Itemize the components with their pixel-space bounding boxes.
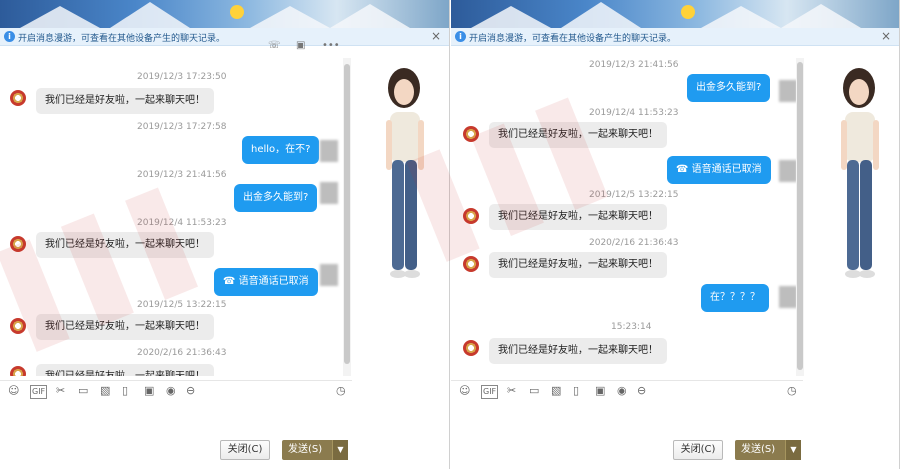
avatar[interactable] bbox=[10, 366, 26, 376]
phone-icon: ☎ bbox=[676, 164, 692, 175]
timestamp: 2020/2/16 21:36:43 bbox=[137, 348, 227, 358]
chevron-down-icon[interactable]: ▼ bbox=[785, 440, 801, 460]
message-bubble: 在？？？？ bbox=[701, 284, 769, 312]
message-bubble: 我们已经是好友啦，一起来聊天吧！ bbox=[489, 204, 667, 230]
folder-icon[interactable]: ▭ bbox=[529, 385, 539, 397]
music-icon[interactable]: ◉ bbox=[166, 385, 176, 397]
close-icon[interactable]: × bbox=[431, 29, 441, 43]
roaming-notice: i 开启消息漫游，可查看在其他设备产生的聊天记录。 × bbox=[0, 28, 449, 46]
chat-window-right: i 开启消息漫游，可查看在其他设备产生的聊天记录。 × 2019/12/3 21… bbox=[451, 0, 900, 469]
timestamp: 2019/12/4 11:53:23 bbox=[589, 108, 679, 118]
emoji-icon[interactable]: ☺ bbox=[8, 385, 19, 397]
gif-icon[interactable]: GIF bbox=[481, 385, 499, 399]
phone-icon: ☎ bbox=[223, 276, 239, 287]
avatar[interactable] bbox=[320, 182, 338, 204]
close-button[interactable]: 关闭(C) bbox=[673, 440, 723, 460]
window-banner bbox=[451, 0, 899, 28]
avatar[interactable] bbox=[463, 126, 479, 142]
timestamp: 2020/2/16 21:36:43 bbox=[589, 238, 679, 248]
avatar[interactable] bbox=[779, 286, 796, 308]
info-icon: i bbox=[4, 31, 15, 42]
image-icon[interactable]: ▧ bbox=[551, 385, 561, 397]
window-footer: 关闭(C) 发送(S) ▼ bbox=[0, 430, 449, 469]
avatar[interactable] bbox=[463, 208, 479, 224]
chat-window-left: i 开启消息漫游，可查看在其他设备产生的聊天记录。 × ☏ ▣ ••• 2019… bbox=[0, 0, 450, 469]
message-text: 语音通话已取消 bbox=[238, 276, 309, 287]
scissors-icon[interactable]: ✂ bbox=[56, 385, 65, 397]
timestamp: 2019/12/3 17:23:50 bbox=[137, 72, 227, 82]
message-text: 语音通话已取消 bbox=[691, 164, 762, 175]
avatar[interactable] bbox=[779, 80, 796, 102]
avatar[interactable] bbox=[320, 140, 338, 162]
window-footer: 关闭(C) 发送(S) ▼ bbox=[451, 430, 899, 469]
avatar[interactable] bbox=[463, 340, 479, 356]
send-button[interactable]: 发送(S) ▼ bbox=[735, 440, 801, 460]
avatar[interactable] bbox=[10, 236, 26, 252]
gift-icon[interactable]: ▣ bbox=[144, 385, 154, 397]
message-bubble: 我们已经是好友啦，一起来聊天吧！ bbox=[36, 314, 214, 340]
scissors-icon[interactable]: ✂ bbox=[507, 385, 516, 397]
message-bubble: 出金多久能到? bbox=[234, 184, 318, 212]
folder-icon[interactable]: ▭ bbox=[78, 385, 88, 397]
window-banner bbox=[0, 0, 449, 28]
input-toolbar: ☺ GIF ✂ ▭ ▧ ▯ ▣ ◉ ⊖ ◷ bbox=[451, 380, 803, 400]
screenshot-icon[interactable]: ▯ bbox=[573, 385, 579, 397]
music-icon[interactable]: ◉ bbox=[617, 385, 627, 397]
emoji-icon[interactable]: ☺ bbox=[459, 385, 470, 397]
sun-icon bbox=[230, 5, 244, 19]
gif-icon[interactable]: GIF bbox=[30, 385, 48, 399]
message-bubble: 我们已经是好友啦，一起来聊天吧！ bbox=[36, 232, 214, 258]
sun-icon bbox=[681, 5, 695, 19]
chevron-down-icon[interactable]: ▼ bbox=[332, 440, 348, 460]
timestamp: 15:23:14 bbox=[611, 322, 652, 332]
timestamp: 2019/12/5 13:22:15 bbox=[137, 300, 227, 310]
history-icon[interactable]: ◷ bbox=[336, 385, 346, 397]
message-bubble: 出金多久能到? bbox=[687, 74, 771, 102]
message-bubble: 我们已经是好友啦，一起来聊天吧！ bbox=[489, 122, 667, 148]
history-icon[interactable]: ◷ bbox=[787, 385, 797, 397]
message-bubble: 我们已经是好友啦，一起来聊天吧！ bbox=[36, 364, 214, 376]
screenshot-icon[interactable]: ▯ bbox=[122, 385, 128, 397]
timestamp: 2019/12/3 21:41:56 bbox=[589, 60, 679, 70]
gift-icon[interactable]: ▣ bbox=[595, 385, 605, 397]
more-icon[interactable]: ⊖ bbox=[637, 385, 646, 397]
notice-text: 开启消息漫游，可查看在其他设备产生的聊天记录。 bbox=[18, 34, 226, 44]
close-icon[interactable]: × bbox=[881, 29, 891, 43]
roaming-notice: i 开启消息漫游，可查看在其他设备产生的聊天记录。 × bbox=[451, 28, 899, 46]
send-label: 发送(S) bbox=[288, 444, 323, 455]
message-bubble: hello，在不? bbox=[242, 136, 320, 164]
close-button[interactable]: 关闭(C) bbox=[220, 440, 270, 460]
image-icon[interactable]: ▧ bbox=[100, 385, 110, 397]
chat-scrollbar[interactable] bbox=[796, 58, 804, 376]
timestamp: 2019/12/3 21:41:56 bbox=[137, 170, 227, 180]
chat-scrollbar[interactable] bbox=[343, 58, 351, 376]
avatar[interactable] bbox=[779, 160, 796, 182]
message-bubble: 我们已经是好友啦，一起来聊天吧！ bbox=[489, 252, 667, 278]
avatar[interactable] bbox=[10, 318, 26, 334]
send-button[interactable]: 发送(S) ▼ bbox=[282, 440, 348, 460]
notice-text: 开启消息漫游，可查看在其他设备产生的聊天记录。 bbox=[469, 34, 677, 44]
send-label: 发送(S) bbox=[741, 444, 776, 455]
message-bubble: 我们已经是好友啦，一起来聊天吧！ bbox=[489, 338, 667, 364]
message-bubble: 我们已经是好友啦，一起来聊天吧！ bbox=[36, 88, 214, 114]
timestamp: 2019/12/5 13:22:15 bbox=[589, 190, 679, 200]
info-icon: i bbox=[455, 31, 466, 42]
avatar[interactable] bbox=[463, 256, 479, 272]
character-illustration bbox=[841, 68, 879, 278]
voice-call-bubble: ☎ 语音通话已取消 bbox=[667, 156, 771, 184]
avatar[interactable] bbox=[320, 264, 338, 286]
character-illustration bbox=[386, 68, 424, 278]
chat-history: 2019/12/3 17:23:50 我们已经是好友啦，一起来聊天吧！ 2019… bbox=[0, 46, 345, 376]
chat-history: 2019/12/3 21:41:56 出金多久能到? 2019/12/4 11:… bbox=[451, 46, 796, 376]
avatar[interactable] bbox=[10, 90, 26, 106]
voice-call-bubble: ☎ 语音通话已取消 bbox=[214, 268, 318, 296]
input-toolbar: ☺ GIF ✂ ▭ ▧ ▯ ▣ ◉ ⊖ ◷ bbox=[0, 380, 352, 400]
timestamp: 2019/12/4 11:53:23 bbox=[137, 218, 227, 228]
timestamp: 2019/12/3 17:27:58 bbox=[137, 122, 227, 132]
more-icon[interactable]: ⊖ bbox=[186, 385, 195, 397]
